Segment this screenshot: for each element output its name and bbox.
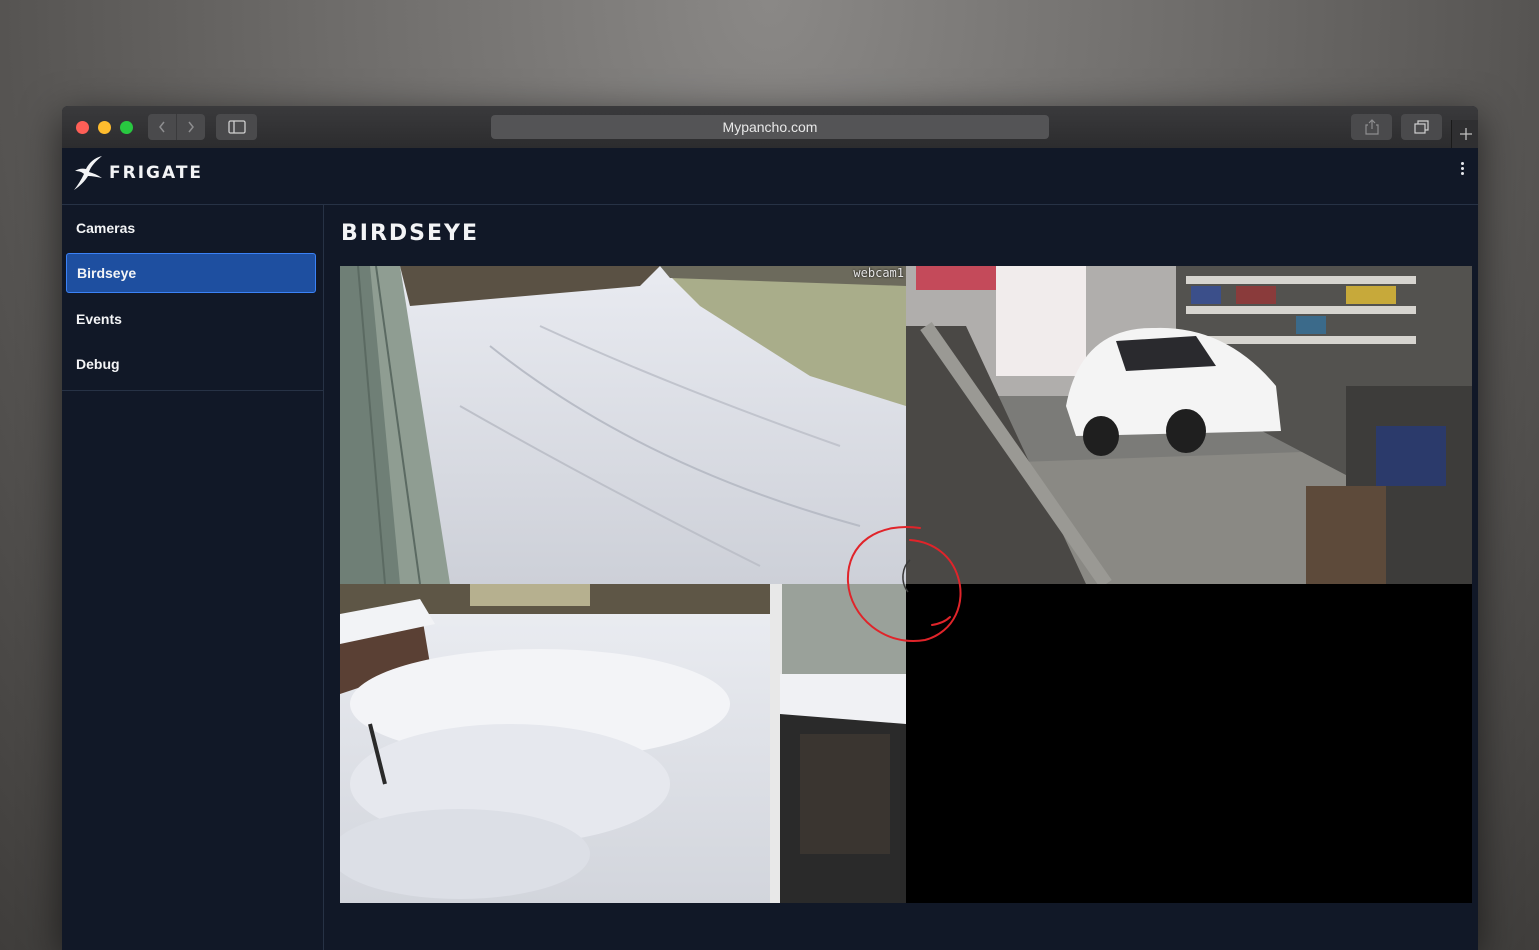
browser-titlebar: Mypancho.com (62, 106, 1478, 149)
new-tab-button[interactable] (1451, 120, 1478, 148)
address-bar[interactable]: Mypancho.com (491, 115, 1049, 139)
sidebar-item-birdseye[interactable]: Birdseye (66, 253, 316, 293)
forward-button[interactable] (176, 114, 205, 140)
frigate-bird-logo-icon (74, 156, 102, 190)
share-icon (1364, 119, 1379, 135)
toggle-sidebar-button[interactable] (216, 114, 257, 140)
camera-feed-garage[interactable] (906, 266, 1472, 584)
camera-feed-empty[interactable] (906, 584, 1472, 903)
birdseye-grid[interactable]: webcam1 (340, 266, 1472, 903)
plus-icon (1459, 128, 1472, 140)
app-header: FRIGATE (62, 148, 1478, 205)
more-options-icon[interactable] (1458, 162, 1466, 180)
sidebar-nav: Cameras Birdseye Events Debug (62, 205, 324, 950)
snowy-yard-image (340, 266, 906, 584)
share-button[interactable] (1351, 114, 1392, 140)
sidebar-item-cameras[interactable]: Cameras (66, 208, 316, 248)
garage-car-image (906, 266, 1472, 584)
show-tabs-button[interactable] (1401, 114, 1442, 140)
sidebar-icon (227, 120, 246, 134)
sidebar-divider (62, 390, 323, 391)
tabs-overview-icon (1413, 120, 1429, 134)
chevron-right-icon (188, 121, 194, 133)
camera-feed-patio[interactable] (340, 584, 906, 903)
app-brand: FRIGATE (109, 163, 204, 183)
sidebar-item-debug[interactable]: Debug (66, 344, 316, 384)
minimize-window-button[interactable] (98, 121, 111, 134)
chevron-left-icon (159, 121, 165, 133)
page-title: BIRDSEYE (341, 221, 479, 246)
close-window-button[interactable] (76, 121, 89, 134)
camera-feed-webcam1[interactable]: webcam1 (340, 266, 906, 584)
back-button[interactable] (148, 114, 176, 140)
sidebar-item-events[interactable]: Events (66, 299, 316, 339)
snowy-patio-image (340, 584, 906, 903)
history-nav (148, 114, 205, 140)
zoom-window-button[interactable] (120, 121, 133, 134)
browser-window: Mypancho.com FRIGATE Cameras Birdseye Ev… (62, 106, 1478, 950)
camera-label: webcam1 (853, 266, 904, 280)
